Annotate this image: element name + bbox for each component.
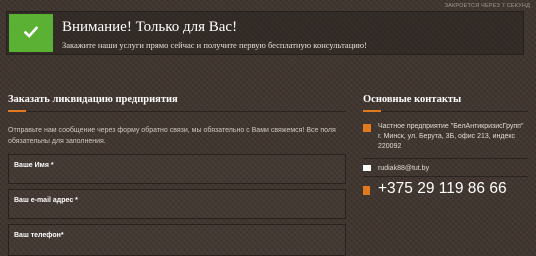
order-heading-accent xyxy=(8,110,26,112)
phone-field[interactable]: Ваш телефон* xyxy=(8,224,346,256)
phone-field-label: Ваш телефон* xyxy=(14,232,64,239)
contacts-separator-1 xyxy=(363,158,528,159)
notice-popup: Внимание! Только для Вас! Закажите наши … xyxy=(6,11,524,55)
mail-icon xyxy=(363,165,371,171)
check-icon xyxy=(24,26,38,38)
contacts-heading: Основные контакты xyxy=(363,94,462,105)
contacts-divider xyxy=(363,111,528,112)
name-field-label: Ваше Имя * xyxy=(14,162,54,169)
contact-address-text: Частное предприятие "БелАнтикризисГрупп"… xyxy=(378,123,524,150)
contacts-heading-accent xyxy=(363,110,381,112)
name-field[interactable]: Ваше Имя * xyxy=(8,154,346,184)
contact-email-link[interactable]: rudiak88@tut.by xyxy=(378,164,528,174)
success-badge xyxy=(9,14,53,52)
order-intro-text: Отправьте нам сообщение через форму обра… xyxy=(8,127,336,145)
contact-phone[interactable]: +375 29 119 86 66 xyxy=(378,180,507,198)
contacts-separator-2 xyxy=(363,176,528,177)
email-field[interactable]: Ваш e-mail адрес * xyxy=(8,189,346,219)
order-heading: Заказать ликвидацию предприятия xyxy=(8,94,178,105)
notice-title: Внимание! Только для Вас! xyxy=(62,19,238,35)
building-icon xyxy=(363,124,371,132)
email-field-label: Ваш e-mail адрес * xyxy=(14,197,78,204)
phone-icon xyxy=(363,186,370,195)
order-divider xyxy=(8,111,346,112)
notice-text: Закажите наши услуги прямо сейчас и полу… xyxy=(62,40,367,50)
popup-close-timer[interactable]: ЗАКРОЕТСЯ ЧЕРЕЗ 7 СЕКУНД xyxy=(445,3,530,9)
